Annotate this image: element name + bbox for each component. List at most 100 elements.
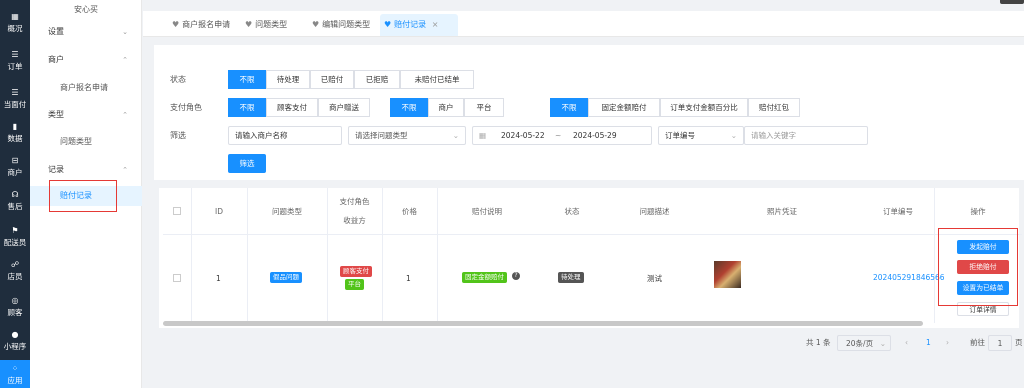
heart-icon: ♥ <box>384 20 392 29</box>
nav-label: 商户 <box>7 168 23 177</box>
nav-clerk[interactable]: ☍ 店员 <box>0 256 30 286</box>
col-header-photo: 照片凭证 <box>702 188 862 235</box>
status-option[interactable]: 未赔付已结单 <box>400 70 474 89</box>
window-edge <box>1000 0 1024 4</box>
order-number-link[interactable]: 202405291846566 <box>873 273 945 282</box>
nav-label: 小程序 <box>3 342 27 351</box>
sidebar-item-merchant-apply[interactable]: 商户报名申请 <box>30 78 142 98</box>
list-icon: ☰ <box>11 50 19 59</box>
store-icon: ⊟ <box>11 156 19 165</box>
sidebar-group-label: 设置 <box>48 27 64 36</box>
delivery-icon: ⚑ <box>11 226 19 235</box>
nav-after-sales[interactable]: ☊ 售后 <box>0 186 30 216</box>
nav-data[interactable]: ▮ 数据 <box>0 118 30 148</box>
column-divider <box>934 188 935 323</box>
sidebar-group-records[interactable]: 记录 ⌃ <box>30 160 142 180</box>
sidebar-item-problem-type[interactable]: 问题类型 <box>30 132 142 152</box>
page-size-select[interactable]: 20条/页 ⌄ <box>837 335 891 351</box>
bar-chart-icon: ▮ <box>12 122 18 131</box>
help-icon[interactable]: ? <box>512 272 520 280</box>
nav-orders[interactable]: ☰ 订单 <box>0 46 30 76</box>
beneficiary-option[interactable]: 商户 <box>428 98 464 117</box>
keyword-input[interactable]: 请输入关键字 <box>744 126 868 145</box>
column-divider <box>191 188 192 323</box>
status-option[interactable]: 已赔付 <box>310 70 354 89</box>
chevron-down-icon: ⌄ <box>879 339 886 348</box>
nav-face-pay[interactable]: ☰ 当面付 <box>0 84 30 114</box>
photo-thumbnail[interactable] <box>714 261 741 288</box>
date-range-picker[interactable]: ▦ 2024-05-22 ~ 2024-05-29 <box>472 126 652 145</box>
row-checkbox[interactable] <box>173 274 181 282</box>
sidebar-group-merchant[interactable]: 商户 ⌃ <box>30 50 142 70</box>
main-nav-rail: ▦ 概况 ☰ 订单 ☰ 当面付 ▮ 数据 ⊟ 商户 ☊ 售后 ⚑ 配送员 ☍ 店员 ◎ 顾客 ● 小… <box>0 0 30 388</box>
app-name: 安心买 <box>74 5 98 14</box>
nav-label: 当面付 <box>3 100 27 109</box>
next-page-button[interactable]: › <box>946 335 949 351</box>
date-end: 2024-05-29 <box>573 131 617 140</box>
nav-overview[interactable]: ▦ 概况 <box>0 8 30 38</box>
heart-icon: ♥ <box>312 20 320 29</box>
col-header-price: 价格 <box>382 188 437 235</box>
tab-compensation-records[interactable]: ♥ 赔付记录 × <box>380 14 458 36</box>
prev-page-button[interactable]: ‹ <box>905 335 908 351</box>
tab-problem-type[interactable]: ♥ 问题类型 <box>241 14 309 36</box>
role-option[interactable]: 不限 <box>228 98 266 117</box>
nav-customer[interactable]: ◎ 顾客 <box>0 292 30 322</box>
tab-edit-problem-type[interactable]: ♥ 编辑问题类型 <box>308 14 386 36</box>
status-option[interactable]: 不限 <box>228 70 266 89</box>
beneficiary-tag: 平台 <box>345 279 364 290</box>
status-filter-label: 状态 <box>170 75 186 84</box>
chevron-up-icon: ⌃ <box>122 166 128 174</box>
page-number-current[interactable]: 1 <box>926 335 931 351</box>
chevron-up-icon: ⌃ <box>122 111 128 119</box>
horizontal-scrollbar[interactable] <box>163 321 923 326</box>
status-option[interactable]: 待处理 <box>266 70 310 89</box>
select-value: 订单编号 <box>665 131 695 140</box>
nav-label: 店员 <box>7 272 23 281</box>
page-size-value: 20条/页 <box>846 339 874 348</box>
col-header-order: 订单编号 <box>862 188 934 235</box>
goto-page-input[interactable]: 1 <box>988 335 1012 351</box>
select-all-checkbox[interactable] <box>163 188 191 235</box>
nav-merchant[interactable]: ⊟ 商户 <box>0 152 30 182</box>
nav-delivery[interactable]: ⚑ 配送员 <box>0 222 30 252</box>
heart-icon: ♥ <box>172 20 180 29</box>
goto-unit: 页 <box>1015 338 1023 347</box>
tab-merchant-apply[interactable]: ♥ 商户报名申请 <box>168 14 248 36</box>
close-icon[interactable]: × <box>432 20 439 29</box>
tab-label: 问题类型 <box>255 20 288 29</box>
chevron-down-icon: ⌄ <box>730 131 737 140</box>
role-option[interactable]: 商户赠送 <box>318 98 370 117</box>
beneficiary-option[interactable]: 平台 <box>464 98 504 117</box>
filter-submit-button[interactable]: 筛选 <box>228 154 266 173</box>
cell-price: 1 <box>406 274 411 283</box>
order-field-select[interactable]: 订单编号 ⌄ <box>658 126 744 145</box>
desc-tag: 固定金额赔付 <box>462 272 507 283</box>
cell-problem: 测试 <box>647 274 662 283</box>
column-divider <box>382 188 383 323</box>
tab-label: 赔付记录 <box>394 20 427 29</box>
sidebar-group-type[interactable]: 类型 ⌃ <box>30 105 142 125</box>
comp-type-option[interactable]: 不限 <box>550 98 588 117</box>
nav-miniapp[interactable]: ● 小程序 <box>0 326 30 356</box>
column-divider <box>437 188 438 323</box>
total-count: 共 1 条 <box>806 338 831 347</box>
problem-type-select[interactable]: 请选择问题类型 ⌄ <box>348 126 466 145</box>
merchant-name-input[interactable]: 请输入商户名称 <box>228 126 342 145</box>
col-header-status: 状态 <box>537 188 607 235</box>
heart-icon: ♥ <box>245 20 253 29</box>
nav-label: 应用 <box>7 376 23 385</box>
nav-apps[interactable]: ⁘ 应用 <box>0 360 30 388</box>
role-option[interactable]: 顾客支付 <box>266 98 318 117</box>
sidebar-group-settings[interactable]: 设置 ⌄ <box>30 22 142 42</box>
status-option[interactable]: 已拒赔 <box>354 70 400 89</box>
apps-icon: ⁘ <box>11 364 19 373</box>
col-header-problem: 问题描述 <box>607 188 702 235</box>
comp-type-option[interactable]: 赔付红包 <box>748 98 800 117</box>
comp-type-option[interactable]: 订单支付金额百分比 <box>660 98 748 117</box>
chevron-up-icon: ⌃ <box>122 56 128 64</box>
problem-type-tag: 假品问题 <box>270 272 302 283</box>
beneficiary-option[interactable]: 不限 <box>390 98 428 117</box>
col-header-id: ID <box>191 188 247 235</box>
comp-type-option[interactable]: 固定金额赔付 <box>588 98 660 117</box>
